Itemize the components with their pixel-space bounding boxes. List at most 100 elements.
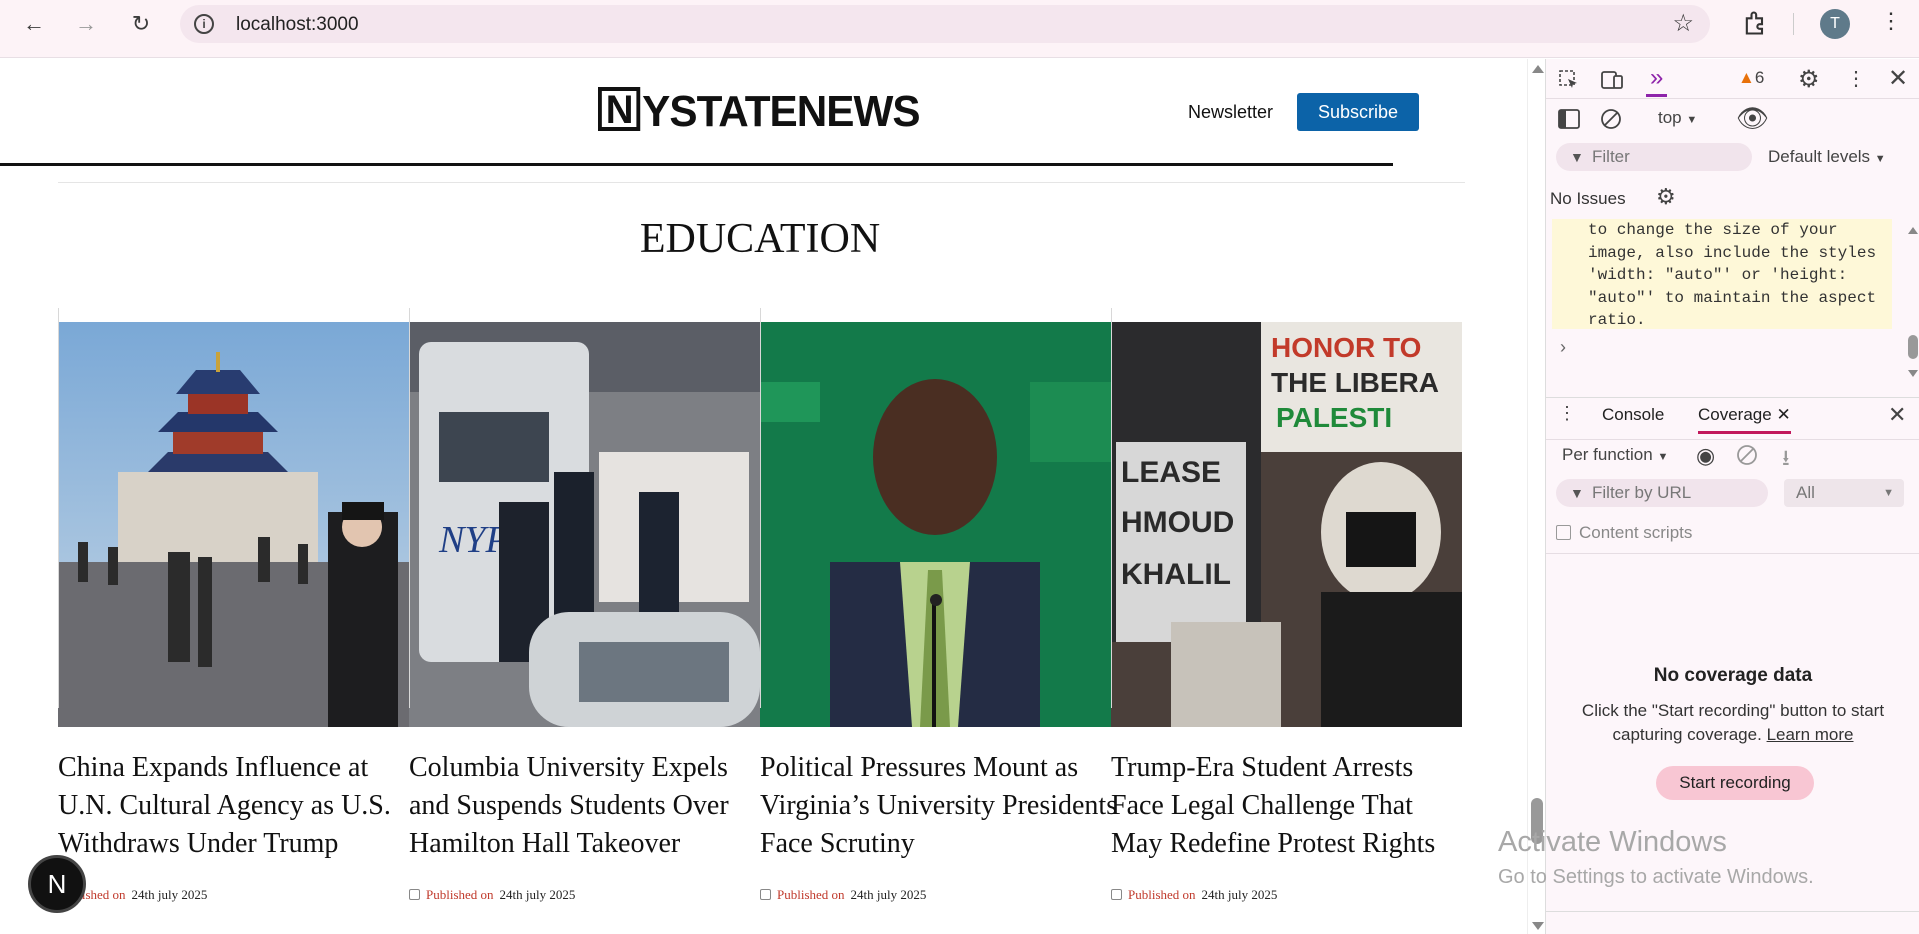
forward-icon[interactable]: → [70, 8, 102, 40]
settings-gear-icon[interactable]: ⚙ [1798, 65, 1820, 94]
subscribe-button[interactable]: Subscribe [1297, 93, 1419, 131]
devtools-menu-icon[interactable]: ⋮ [1846, 66, 1866, 91]
context-selector[interactable]: top ▼ [1658, 108, 1697, 128]
scroll-up-arrow-icon[interactable] [1908, 227, 1918, 234]
scroll-up-arrow-icon[interactable] [1532, 65, 1544, 73]
clear-console-icon[interactable] [1600, 108, 1622, 130]
console-filter-input[interactable]: ▼ Filter [1556, 143, 1752, 171]
logo-text: YSTATENEWS [642, 87, 920, 136]
console-settings-icon[interactable]: ⚙ [1656, 184, 1676, 210]
url-filter-placeholder: Filter by URL [1592, 483, 1692, 502]
tab-console[interactable]: Console [1602, 405, 1664, 425]
reload-icon[interactable]: ↻ [125, 8, 157, 40]
coverage-divider [1546, 553, 1919, 554]
chevron-down-icon: ▼ [1657, 451, 1669, 463]
svg-text:HONOR TO: HONOR TO [1271, 332, 1421, 363]
coverage-type-dropdown[interactable]: Per function ▼ [1562, 445, 1668, 465]
tab-divider [1546, 439, 1919, 440]
site-logo[interactable]: N YSTATENEWS [598, 87, 921, 136]
close-devtools-icon[interactable]: ✕ [1888, 64, 1908, 93]
url-filter-input[interactable]: ▼ Filter by URL [1556, 479, 1768, 507]
back-icon[interactable]: ← [18, 8, 50, 40]
article-date: 24th july 2025 [1201, 887, 1278, 902]
svg-text:HMOUD: HMOUD [1121, 506, 1234, 539]
scroll-thumb[interactable] [1908, 335, 1918, 359]
activate-windows-watermark: Activate Windows [1498, 826, 1727, 858]
more-tabs-icon[interactable]: » [1646, 64, 1668, 97]
issues-count[interactable]: No Issues [1550, 189, 1626, 209]
chevron-down-icon: ▼ [1874, 153, 1886, 165]
svg-text:KHALIL: KHALIL [1121, 558, 1231, 591]
drawer-divider[interactable] [1546, 397, 1919, 398]
article-image[interactable]: LEASE HMOUD KHALIL HONOR TO THE LIBERA PALES… [1111, 322, 1462, 727]
profile-avatar[interactable]: T [1820, 9, 1850, 39]
article-meta: Published on 24th july 2025 [760, 887, 926, 903]
article-date: 24th july 2025 [131, 887, 208, 902]
record-icon[interactable]: ◉ [1696, 443, 1715, 469]
scroll-down-arrow-icon[interactable] [1908, 370, 1918, 377]
warning-icon: ▲ [1738, 68, 1755, 87]
warnings-badge[interactable]: ▲6 [1738, 68, 1764, 88]
drawer-menu-icon[interactable]: ⋮ [1558, 403, 1576, 424]
address-bar[interactable]: i localhost:3000 ☆ [180, 5, 1710, 43]
log-levels-dropdown[interactable]: Default levels ▼ [1768, 147, 1886, 167]
nextjs-dev-badge[interactable]: N [28, 855, 86, 913]
resource-type-label: All [1796, 483, 1815, 502]
published-label: Published on [426, 887, 494, 902]
header-divider [0, 163, 1393, 166]
empty-state-text: Click the "Start recording" button to st… [1546, 699, 1919, 747]
close-drawer-icon[interactable]: ✕ [1888, 402, 1906, 428]
inspect-element-icon[interactable] [1558, 69, 1580, 91]
web-page: N YSTATENEWS Newsletter Subscribe EDUCATI… [0, 59, 1527, 934]
calendar-icon [1111, 889, 1122, 900]
close-tab-icon[interactable]: ✕ [1776, 405, 1790, 424]
browser-toolbar: ← → ↻ i localhost:3000 ☆ T ⋮ [0, 0, 1919, 58]
published-label: Published on [777, 887, 845, 902]
console-prompt-icon[interactable]: › [1560, 337, 1566, 358]
context-label: top [1658, 108, 1682, 127]
article-date: 24th july 2025 [499, 887, 576, 902]
article-title[interactable]: Trump-Era Student Arrests Face Legal Cha… [1111, 749, 1471, 863]
console-toolbar: top ▼ 👁 [1546, 99, 1919, 139]
article-image[interactable]: NYPD [409, 322, 760, 727]
scroll-down-arrow-icon[interactable] [1532, 922, 1544, 930]
console-warning-message: to change the size of your image, also i… [1552, 219, 1892, 329]
article-date: 24th july 2025 [850, 887, 927, 902]
start-recording-button[interactable]: Start recording [1656, 766, 1814, 800]
log-levels-label: Default levels [1768, 147, 1871, 166]
article-meta: Published on 24th july 2025 [409, 887, 575, 903]
calendar-icon [760, 889, 771, 900]
clear-coverage-icon[interactable] [1736, 444, 1758, 466]
article-meta: Published on 24th july 2025 [1111, 887, 1277, 903]
site-info-icon[interactable]: i [194, 14, 214, 34]
calendar-icon [409, 889, 420, 900]
newsletter-link[interactable]: Newsletter [1188, 102, 1273, 123]
article-image[interactable] [760, 322, 1111, 727]
article-title[interactable]: Political Pressures Mount as Virginia’s … [760, 749, 1120, 863]
url-text[interactable]: localhost:3000 [236, 14, 359, 36]
devtools-panel: » ▲6 ⚙ ⋮ ✕ top ▼ 👁 ▼ Filter Default level… [1545, 59, 1919, 934]
content-scripts-checkbox[interactable]: Content scripts [1556, 523, 1692, 543]
browser-menu-icon[interactable]: ⋮ [1880, 8, 1902, 34]
filter-icon: ▼ [1570, 149, 1584, 165]
svg-text:THE LIBERA: THE LIBERA [1271, 367, 1439, 398]
coverage-empty-state: No coverage data Click the "Start record… [1546, 665, 1919, 747]
devtools-bottom-divider [1546, 911, 1919, 912]
column-divider [760, 308, 761, 708]
tab-coverage[interactable]: Coverage ✕ [1698, 405, 1791, 434]
tab-coverage-label: Coverage [1698, 405, 1772, 424]
live-expression-eye-icon[interactable]: 👁 [1736, 103, 1769, 134]
page-scrollbar[interactable] [1527, 59, 1545, 934]
learn-more-link[interactable]: Learn more [1767, 725, 1854, 744]
article-title[interactable]: Columbia University Expels and Suspends … [409, 749, 769, 863]
extensions-icon[interactable] [1741, 9, 1769, 37]
resource-type-select[interactable]: All ▼ [1784, 479, 1904, 507]
console-scrollbar[interactable] [1908, 227, 1918, 377]
sidebar-toggle-icon[interactable] [1558, 109, 1580, 129]
article-title[interactable]: China Expands Influence at U.N. Cultural… [58, 749, 418, 863]
export-download-icon[interactable]: ⭳ [1782, 441, 1790, 479]
checkbox-box[interactable] [1556, 525, 1571, 540]
bookmark-star-icon[interactable]: ☆ [1672, 9, 1694, 38]
article-image[interactable] [58, 322, 409, 727]
device-toolbar-icon[interactable] [1600, 69, 1624, 91]
